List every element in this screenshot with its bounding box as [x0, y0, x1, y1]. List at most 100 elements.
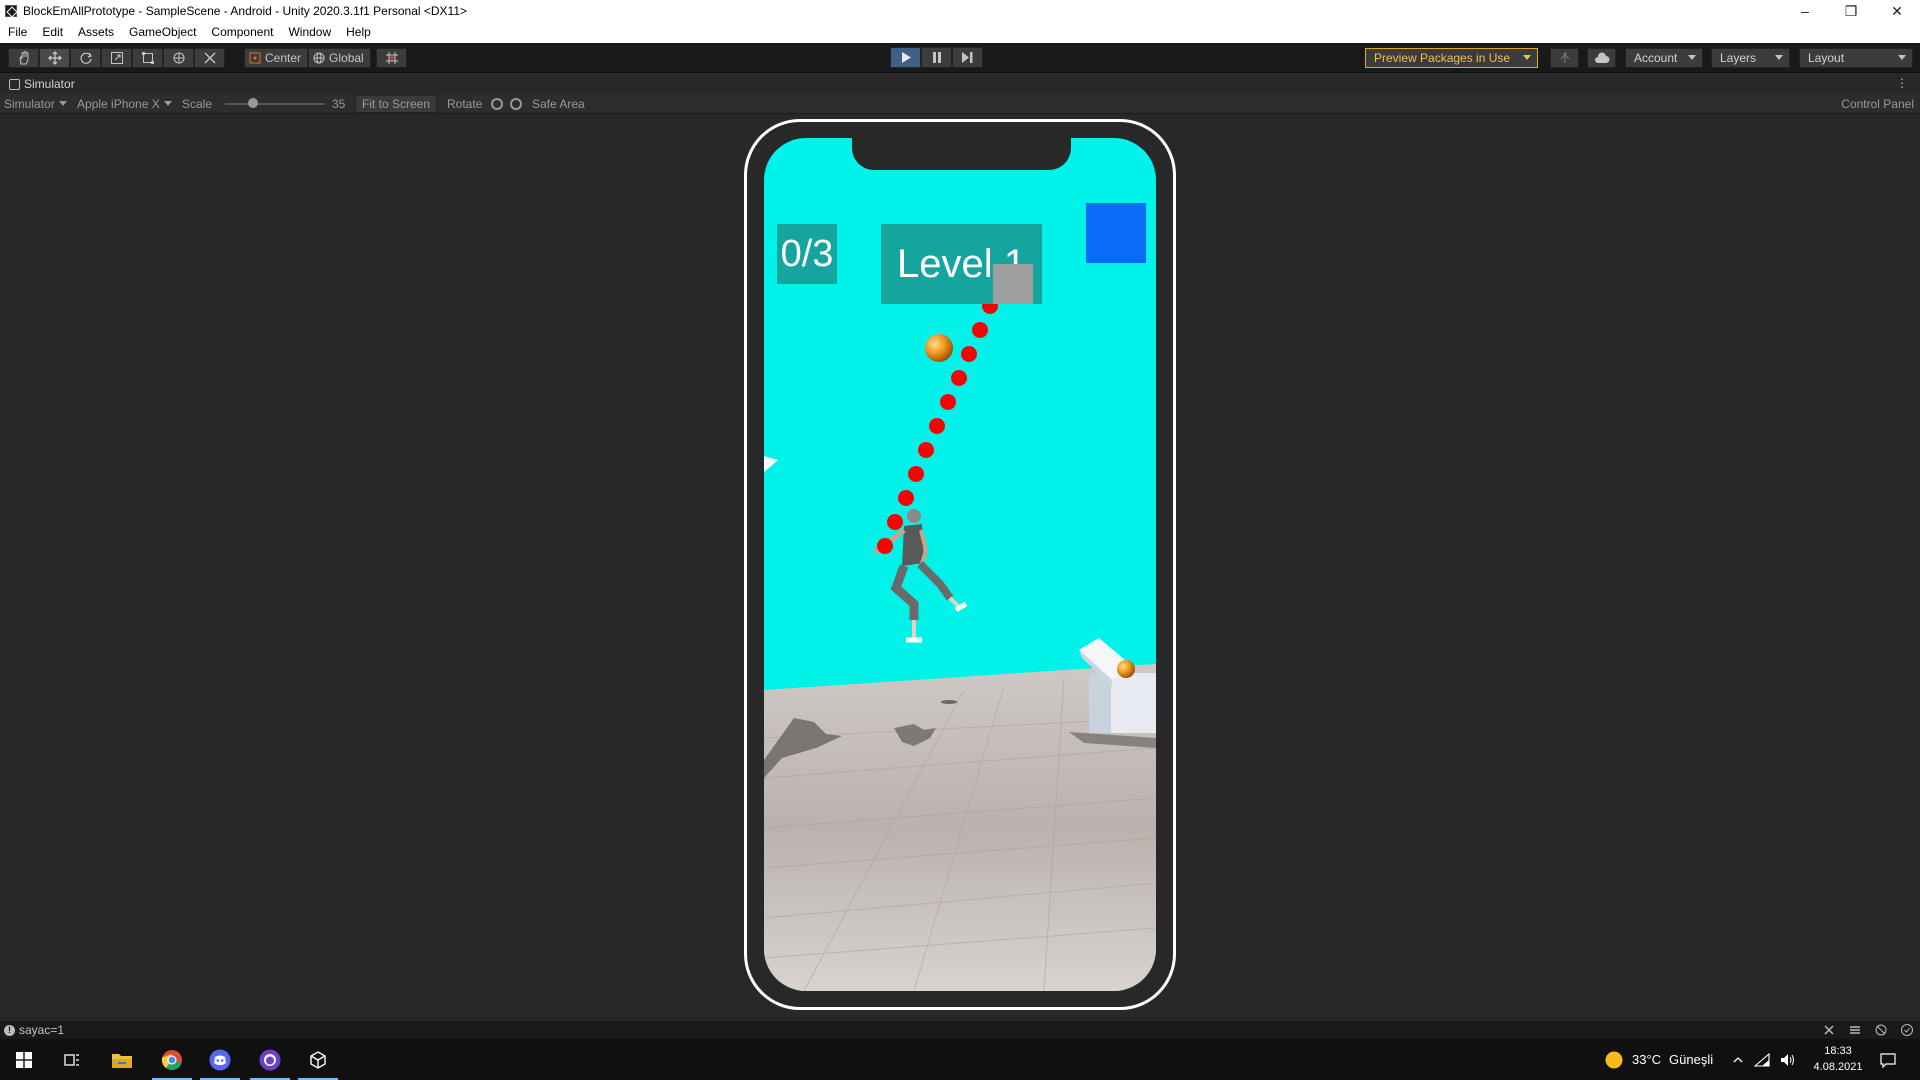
task-view-button[interactable] [48, 1039, 96, 1080]
taskbar-clock[interactable]: 18:33 4.08.2021 [1808, 1043, 1868, 1075]
volume-icon[interactable] [1780, 1053, 1796, 1067]
chevron-down-icon [1688, 55, 1696, 60]
simulator-mode-label: Simulator [4, 97, 55, 111]
menu-edit[interactable]: Edit [34, 22, 70, 43]
custom-tool-button[interactable] [194, 48, 225, 68]
window-title: BlockEmAllPrototype - SampleScene - Andr… [23, 4, 468, 18]
step-button[interactable] [952, 47, 983, 68]
chrome-icon [161, 1049, 182, 1070]
menu-assets[interactable]: Assets [70, 22, 121, 43]
chevron-down-icon [1898, 55, 1906, 60]
lighting-icon[interactable] [1874, 1023, 1888, 1037]
scale-slider-thumb[interactable] [248, 98, 258, 108]
cloud-button[interactable] [1587, 48, 1616, 68]
taskbar-github-desktop[interactable] [246, 1039, 294, 1080]
hand-tool-button[interactable] [8, 48, 39, 68]
progress-icon[interactable] [1900, 1023, 1914, 1037]
safe-area-toggle[interactable]: Safe Area [532, 94, 585, 114]
fit-to-screen-button[interactable]: Fit to Screen [355, 95, 438, 113]
taskbar-chrome[interactable] [148, 1039, 196, 1080]
notifications-button[interactable] [1864, 1039, 1912, 1080]
rotate-tool-button[interactable] [70, 48, 101, 68]
taskbar-file-explorer[interactable] [98, 1039, 146, 1080]
device-dropdown[interactable]: Apple iPhone X [77, 94, 172, 114]
chevron-down-icon [58, 101, 67, 106]
game-screen[interactable]: 0/3 Level 1 [764, 138, 1156, 991]
menu-gameobject[interactable]: GameObject [121, 22, 203, 43]
transform-icon [173, 52, 184, 64]
simulator-tab[interactable]: Simulator ⋮ [0, 74, 1920, 94]
globe-icon [313, 52, 325, 64]
system-tray [1732, 1039, 1796, 1080]
folder-icon [112, 1053, 132, 1068]
transform-tool-button[interactable] [163, 48, 194, 68]
task-view-icon [64, 1053, 79, 1066]
pivot-center-icon [249, 52, 261, 64]
cloud-icon [1594, 52, 1609, 63]
simulator-viewport: 0/3 Level 1 [0, 115, 1920, 1021]
rotate-label: Rotate [447, 97, 483, 111]
trajectory-dots [877, 275, 1008, 554]
menu-component[interactable]: Component [203, 22, 280, 43]
move-icon [47, 51, 62, 65]
close-button[interactable]: ✕ [1874, 0, 1920, 22]
device-label: Apple iPhone X [77, 97, 160, 111]
stack-icon[interactable] [1848, 1023, 1862, 1037]
chevron-down-icon [163, 101, 172, 106]
blue-square-button[interactable] [1086, 203, 1146, 263]
layers-dropdown[interactable]: Layers [1711, 48, 1790, 68]
account-dropdown[interactable]: Account [1625, 48, 1703, 68]
minimize-button[interactable]: – [1782, 0, 1828, 22]
status-icons [1822, 1023, 1914, 1037]
layout-label: Layout [1808, 51, 1845, 65]
rotate-icon [80, 52, 92, 64]
scale-label: Scale [182, 97, 213, 111]
grid-snap-icon [385, 52, 398, 64]
hand-icon [18, 51, 28, 65]
pause-button[interactable] [921, 47, 952, 68]
info-icon: ! [4, 1024, 15, 1036]
layers-label: Layers [1720, 51, 1757, 65]
taskbar-unity[interactable] [294, 1039, 342, 1080]
simulator-mode-dropdown[interactable]: Simulator [4, 94, 67, 114]
flying-ball [925, 334, 953, 362]
pivot-global-toggle[interactable]: Global [308, 48, 371, 68]
chevron-down-icon [1523, 55, 1531, 60]
network-icon[interactable] [1754, 1052, 1770, 1067]
menu-help[interactable]: Help [338, 22, 378, 43]
left-wall-edge [764, 456, 778, 472]
sun-icon [1605, 1051, 1623, 1068]
console-status-bar[interactable]: ! sayac=1 [0, 1021, 1920, 1039]
bug-icon[interactable] [1822, 1023, 1836, 1037]
restore-button[interactable]: ❐ [1828, 0, 1874, 22]
rotate-left-icon[interactable] [491, 98, 503, 110]
rotate-right-icon[interactable] [510, 98, 522, 110]
move-tool-button[interactable] [39, 48, 70, 68]
more-options-icon[interactable]: ⋮ [1896, 76, 1908, 90]
pivot-center-toggle[interactable]: Center [244, 48, 309, 68]
start-button[interactable] [0, 1039, 48, 1080]
scale-slider-track[interactable] [225, 103, 325, 105]
control-panel-button[interactable]: Control Panel [1841, 94, 1914, 114]
scale-tool-button[interactable] [101, 48, 132, 68]
taskbar-discord[interactable] [196, 1039, 244, 1080]
chevron-up-icon[interactable] [1732, 1054, 1744, 1066]
weather-widget[interactable]: 33°C Güneşli [1604, 1039, 1713, 1080]
collab-button[interactable] [1550, 48, 1579, 68]
play-button[interactable] [890, 47, 921, 68]
layout-dropdown[interactable]: Layout [1799, 48, 1913, 68]
ball-shadow [941, 700, 957, 704]
menu-bar: File Edit Assets GameObject Component Wi… [0, 22, 1920, 43]
grid-snap-button[interactable] [376, 48, 407, 68]
menu-window[interactable]: Window [280, 22, 338, 43]
rect-tool-button[interactable] [132, 48, 163, 68]
preview-packages-label: Preview Packages in Use [1374, 51, 1511, 65]
step-icon [962, 52, 973, 63]
main-toolbar: Center Global Preview Packages in Use Ac… [0, 43, 1920, 73]
pivot-global-label: Global [329, 51, 364, 65]
preview-packages-dropdown[interactable]: Preview Packages in Use [1365, 48, 1538, 68]
pivot-center-label: Center [265, 51, 302, 65]
menu-file[interactable]: File [0, 22, 34, 43]
gray-block [993, 264, 1033, 304]
scale-value: 35 [332, 97, 346, 111]
